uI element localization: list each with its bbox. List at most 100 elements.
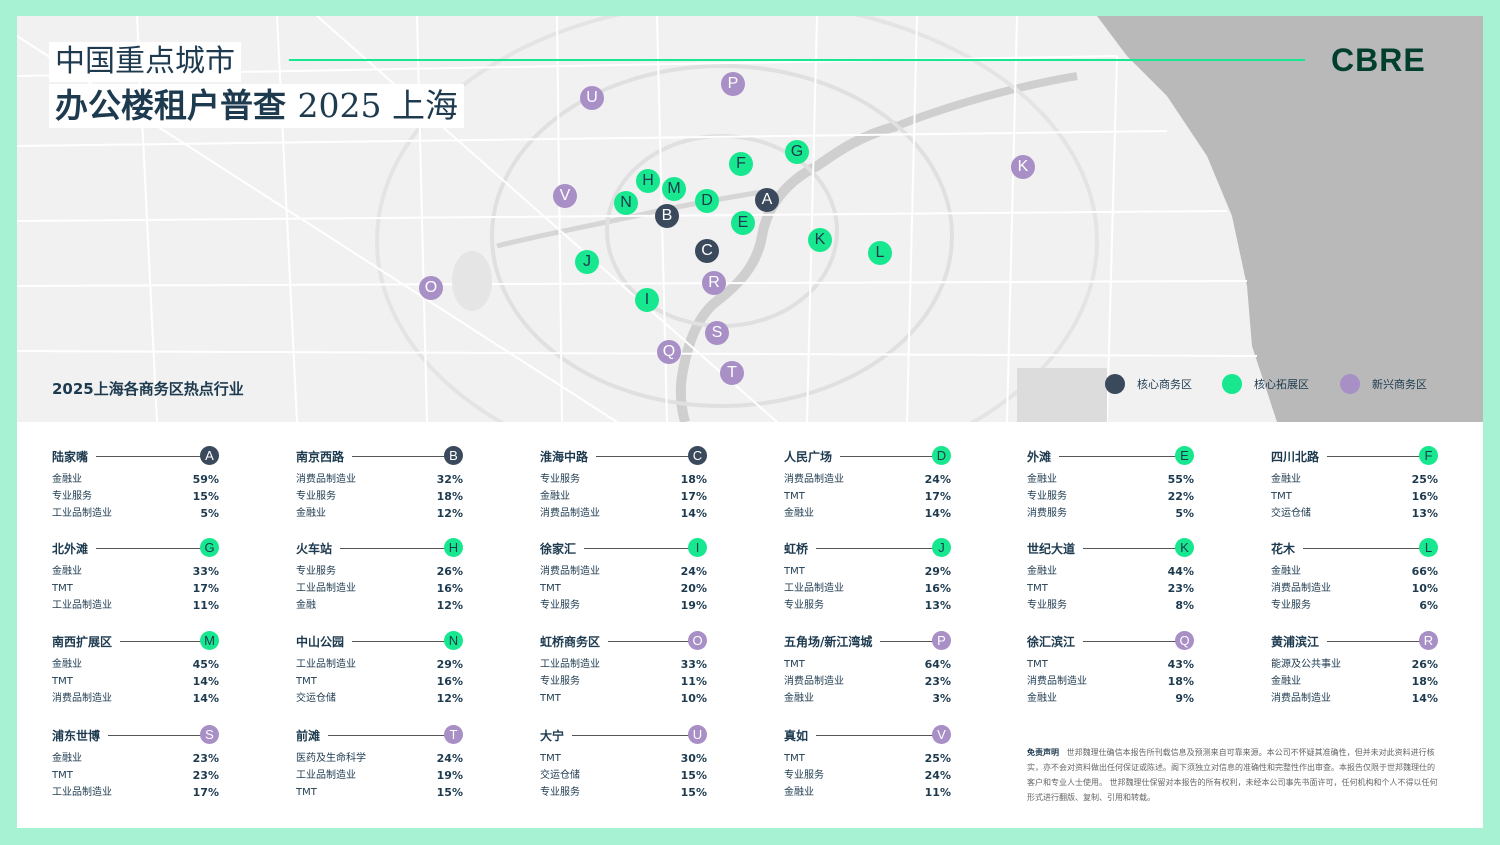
industry-share: 15% [436, 786, 463, 799]
industry-share: 24% [436, 752, 463, 765]
district-card-e: 外滩 E 金融业 55% 专业服务 22% 消费服务 5% [1027, 446, 1194, 522]
industry-list: TMT 43% 消费品制造业 18% 金融业 9% [1027, 656, 1194, 707]
district-card-m: 南西扩展区 M 金融业 45% TMT 14% 消费品制造业 14% [52, 631, 219, 707]
industry-share: 16% [1411, 490, 1438, 503]
industry-share: 43% [1167, 658, 1194, 671]
industry-list: 金融业 44% TMT 23% 专业服务 8% [1027, 563, 1194, 614]
district-name: 南西扩展区 [52, 633, 121, 650]
industry-name: 能源及公共事业 [1271, 659, 1341, 670]
industry-row: 专业服务 15% [52, 488, 219, 505]
industry-name: TMT [784, 659, 805, 670]
industry-row: 消费品制造业 23% [784, 673, 951, 690]
district-name: 真如 [784, 727, 817, 744]
industry-row: TMT 10% [540, 690, 707, 707]
industry-share: 24% [680, 565, 707, 578]
marker-n: N [614, 191, 638, 215]
legend-label: 新兴商务区 [1372, 378, 1427, 391]
industry-share: 9% [1175, 692, 1194, 705]
industry-list: 工业品制造业 33% 专业服务 11% TMT 10% [540, 656, 707, 707]
industry-row: 金融业 18% [1271, 673, 1438, 690]
industry-row: 专业服务 19% [540, 597, 707, 614]
legend-item-emerging: 新兴商务区 [1340, 374, 1427, 394]
industry-share: 12% [436, 692, 463, 705]
marker-r: R [702, 271, 726, 295]
district-letter-badge: B [444, 446, 463, 465]
industry-name: 工业品制造业 [540, 659, 600, 670]
industry-row: 金融业 23% [52, 750, 219, 767]
industry-row: 金融业 3% [784, 690, 951, 707]
industry-list: TMT 64% 消费品制造业 23% 金融业 3% [784, 656, 951, 707]
industry-row: 专业服务 26% [296, 563, 463, 580]
industry-list: 金融业 45% TMT 14% 消费品制造业 14% [52, 656, 219, 707]
industry-name: 消费品制造业 [784, 676, 844, 687]
cbre-logo: CBRE [1331, 42, 1426, 78]
district-letter-badge: C [688, 446, 707, 465]
district-letter-badge: J [932, 538, 951, 557]
industry-list: 金融业 55% 专业服务 22% 消费服务 5% [1027, 471, 1194, 522]
industry-row: 交运仓储 15% [540, 767, 707, 784]
marker-t: T [720, 361, 744, 385]
card-header: 四川北路 F [1271, 446, 1438, 466]
marker-p: P [721, 72, 745, 96]
industry-row: 金融业 9% [1027, 690, 1194, 707]
industry-share: 18% [680, 473, 707, 486]
marker-l: L [868, 241, 892, 265]
industry-share: 14% [1411, 692, 1438, 705]
industry-share: 25% [924, 752, 951, 765]
industry-share: 15% [680, 786, 707, 799]
industry-list: 消费品制造业 24% TMT 20% 专业服务 19% [540, 563, 707, 614]
industry-share: 64% [924, 658, 951, 671]
industry-row: 专业服务 24% [784, 767, 951, 784]
district-card-t: 前滩 T 医药及生命科学 24% 工业品制造业 19% TMT 15% [296, 725, 463, 801]
marker-u: U [580, 86, 604, 110]
district-name: 徐汇滨江 [1027, 633, 1084, 650]
marker-m: M [662, 177, 686, 201]
industry-name: 金融业 [1271, 474, 1301, 485]
marker-k: K [1011, 155, 1035, 179]
industry-share: 10% [1411, 582, 1438, 595]
industry-row: 专业服务 13% [784, 597, 951, 614]
industry-share: 24% [924, 473, 951, 486]
industry-name: 工业品制造业 [52, 600, 112, 611]
district-letter-badge: G [200, 538, 219, 557]
industry-share: 11% [680, 675, 707, 688]
industry-share: 17% [680, 490, 707, 503]
industry-name: 工业品制造业 [296, 583, 356, 594]
marker-s: S [705, 321, 729, 345]
industry-name: 工业品制造业 [52, 787, 112, 798]
industry-row: 消费品制造业 24% [540, 563, 707, 580]
legend-item-core: 核心商务区 [1105, 374, 1192, 394]
industry-share: 16% [436, 675, 463, 688]
industry-name: 专业服务 [540, 474, 580, 485]
industry-share: 8% [1175, 599, 1194, 612]
industry-share: 45% [192, 658, 219, 671]
marker-g: G [785, 140, 809, 164]
industry-share: 20% [680, 582, 707, 595]
industry-name: 专业服务 [52, 491, 92, 502]
industry-share: 19% [436, 769, 463, 782]
card-header: 黄浦滨江 R [1271, 631, 1438, 651]
district-card-q: 徐汇滨江 Q TMT 43% 消费品制造业 18% 金融业 9% [1027, 631, 1194, 707]
industry-name: 金融业 [52, 566, 82, 577]
district-card-l: 花木 L 金融业 66% 消费品制造业 10% 专业服务 6% [1271, 538, 1438, 614]
district-name: 人民广场 [784, 448, 841, 465]
industry-share: 5% [1175, 507, 1194, 520]
industry-name: 金融业 [1027, 474, 1057, 485]
industry-share: 30% [680, 752, 707, 765]
card-header: 徐汇滨江 Q [1027, 631, 1194, 651]
industry-share: 22% [1167, 490, 1194, 503]
industry-share: 18% [1167, 675, 1194, 688]
industry-share: 17% [924, 490, 951, 503]
card-header: 外滩 E [1027, 446, 1194, 466]
district-letter-badge: U [688, 725, 707, 744]
legend-label: 核心商务区 [1137, 378, 1192, 391]
marker-c: C [695, 239, 719, 263]
district-letter-badge: Q [1175, 631, 1194, 650]
card-header: 真如 V [784, 725, 951, 745]
industry-list: TMT 29% 工业品制造业 16% 专业服务 13% [784, 563, 951, 614]
industry-name: TMT [1271, 491, 1292, 502]
industry-name: 交运仓储 [1271, 508, 1311, 519]
industry-row: 医药及生命科学 24% [296, 750, 463, 767]
card-header: 北外滩 G [52, 538, 219, 558]
district-letter-badge: M [200, 631, 219, 650]
